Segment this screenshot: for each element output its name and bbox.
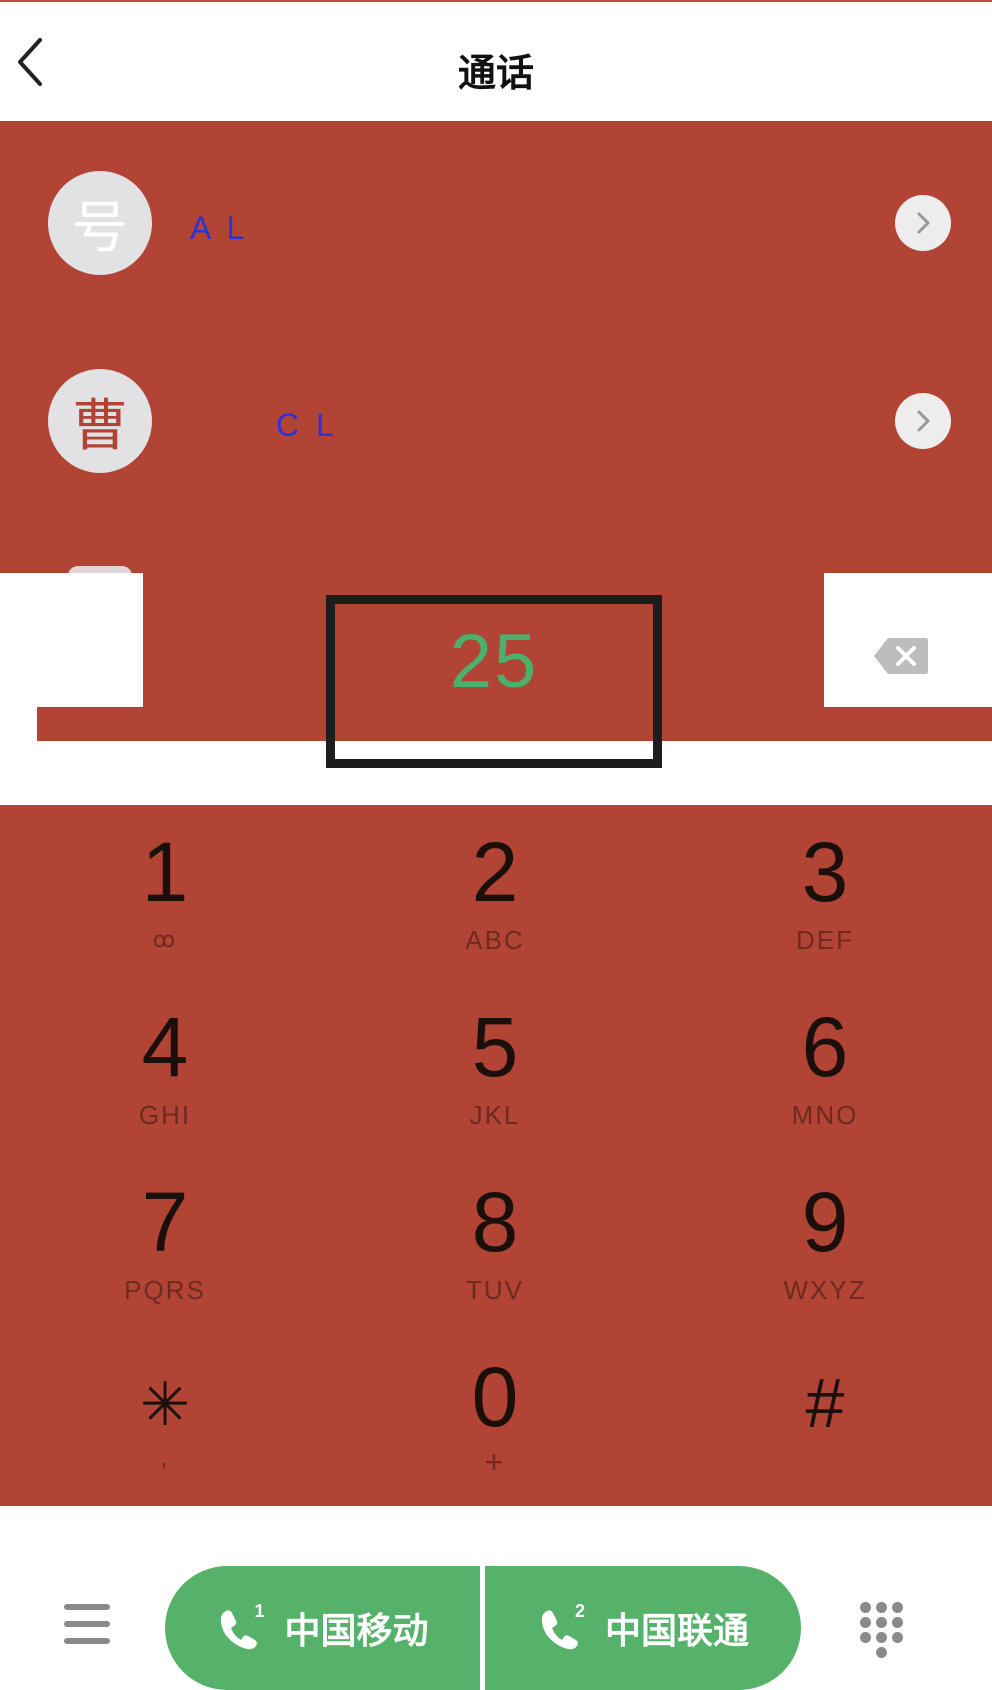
backspace-icon — [874, 638, 928, 674]
key-star[interactable]: ✳ , — [0, 1330, 330, 1505]
key-7[interactable]: 7 PQRS — [0, 1155, 330, 1330]
delete-button[interactable] — [872, 636, 930, 676]
key-hash[interactable]: # — [660, 1330, 990, 1505]
sim-slot-label: 2 — [574, 1601, 585, 1621]
key-digit: 5 — [471, 1000, 519, 1094]
key-letters: WXYZ — [783, 1275, 867, 1305]
dialed-number[interactable]: 25 — [326, 618, 662, 705]
key-6[interactable]: 6 MNO — [660, 980, 990, 1155]
key-digit: 1 — [141, 825, 189, 919]
key-8[interactable]: 8 TUV — [330, 1155, 660, 1330]
call-button-label: 中国联通 — [604, 1611, 749, 1652]
key-5[interactable]: 5 JKL — [330, 980, 660, 1155]
chevron-right-icon — [917, 410, 930, 432]
call-sim2-button[interactable]: 2 中国联通 — [485, 1566, 801, 1690]
key-letters: JKL — [469, 1100, 521, 1130]
dialpad-toggle-button[interactable] — [860, 1602, 904, 1660]
call-sim1-button[interactable]: 1 中国移动 — [165, 1566, 480, 1690]
chevron-right-icon — [917, 212, 930, 234]
key-digit: 6 — [801, 1000, 849, 1094]
phone-icon: 2 — [537, 1601, 585, 1651]
phone-icon: 1 — [216, 1601, 264, 1651]
keypad: 1 ꝏ 2 ABC 3 DEF 4 GHI 5 JKL 6 MNO 7 PQRS… — [0, 805, 992, 1506]
key-digit: 7 — [141, 1175, 189, 1269]
key-letters: TUV — [466, 1275, 524, 1305]
key-digit: 0 — [471, 1350, 519, 1444]
key-digit: 9 — [801, 1175, 849, 1269]
key-letters: + — [484, 1444, 506, 1480]
contact-name: C L — [276, 407, 338, 443]
key-4[interactable]: 4 GHI — [0, 980, 330, 1155]
menu-button[interactable] — [64, 1604, 110, 1644]
key-9[interactable]: 9 WXYZ — [660, 1155, 990, 1330]
key-letters: , — [160, 1442, 170, 1472]
header-bar: 通话 — [0, 2, 992, 120]
key-digit: 3 — [801, 825, 849, 919]
contact-list: 号 A L 曹 C L — [0, 121, 992, 573]
contact-row[interactable]: 号 A L — [0, 121, 992, 319]
call-button-label: 中国移动 — [284, 1611, 429, 1652]
key-digit: 8 — [471, 1175, 519, 1269]
key-digit: ✳ — [139, 1371, 191, 1438]
key-digit: # — [805, 1364, 845, 1442]
key-letters: PQRS — [124, 1275, 206, 1305]
key-1[interactable]: 1 ꝏ — [0, 805, 330, 980]
contact-name: A L — [190, 210, 249, 246]
contact-details-button[interactable] — [895, 393, 951, 449]
key-letters: MNO — [791, 1100, 859, 1130]
key-letters: DEF — [796, 925, 854, 955]
key-digit: 4 — [141, 1000, 189, 1094]
key-letters: ABC — [465, 925, 525, 955]
voicemail-icon: ꝏ — [152, 927, 178, 952]
avatar: 号 — [48, 171, 152, 275]
contact-details-button[interactable] — [895, 195, 951, 251]
key-digit: 2 — [471, 825, 519, 919]
menu-icon — [64, 1604, 110, 1644]
key-3[interactable]: 3 DEF — [660, 805, 990, 980]
contact-row[interactable]: 曹 C L — [0, 319, 992, 517]
key-letters: GHI — [138, 1100, 192, 1130]
sim-slot-label: 1 — [254, 1601, 265, 1621]
avatar: 曹 — [48, 369, 152, 473]
page-title: 通话 — [457, 51, 534, 95]
key-2[interactable]: 2 ABC — [330, 805, 660, 980]
key-0[interactable]: 0 + — [330, 1330, 660, 1505]
